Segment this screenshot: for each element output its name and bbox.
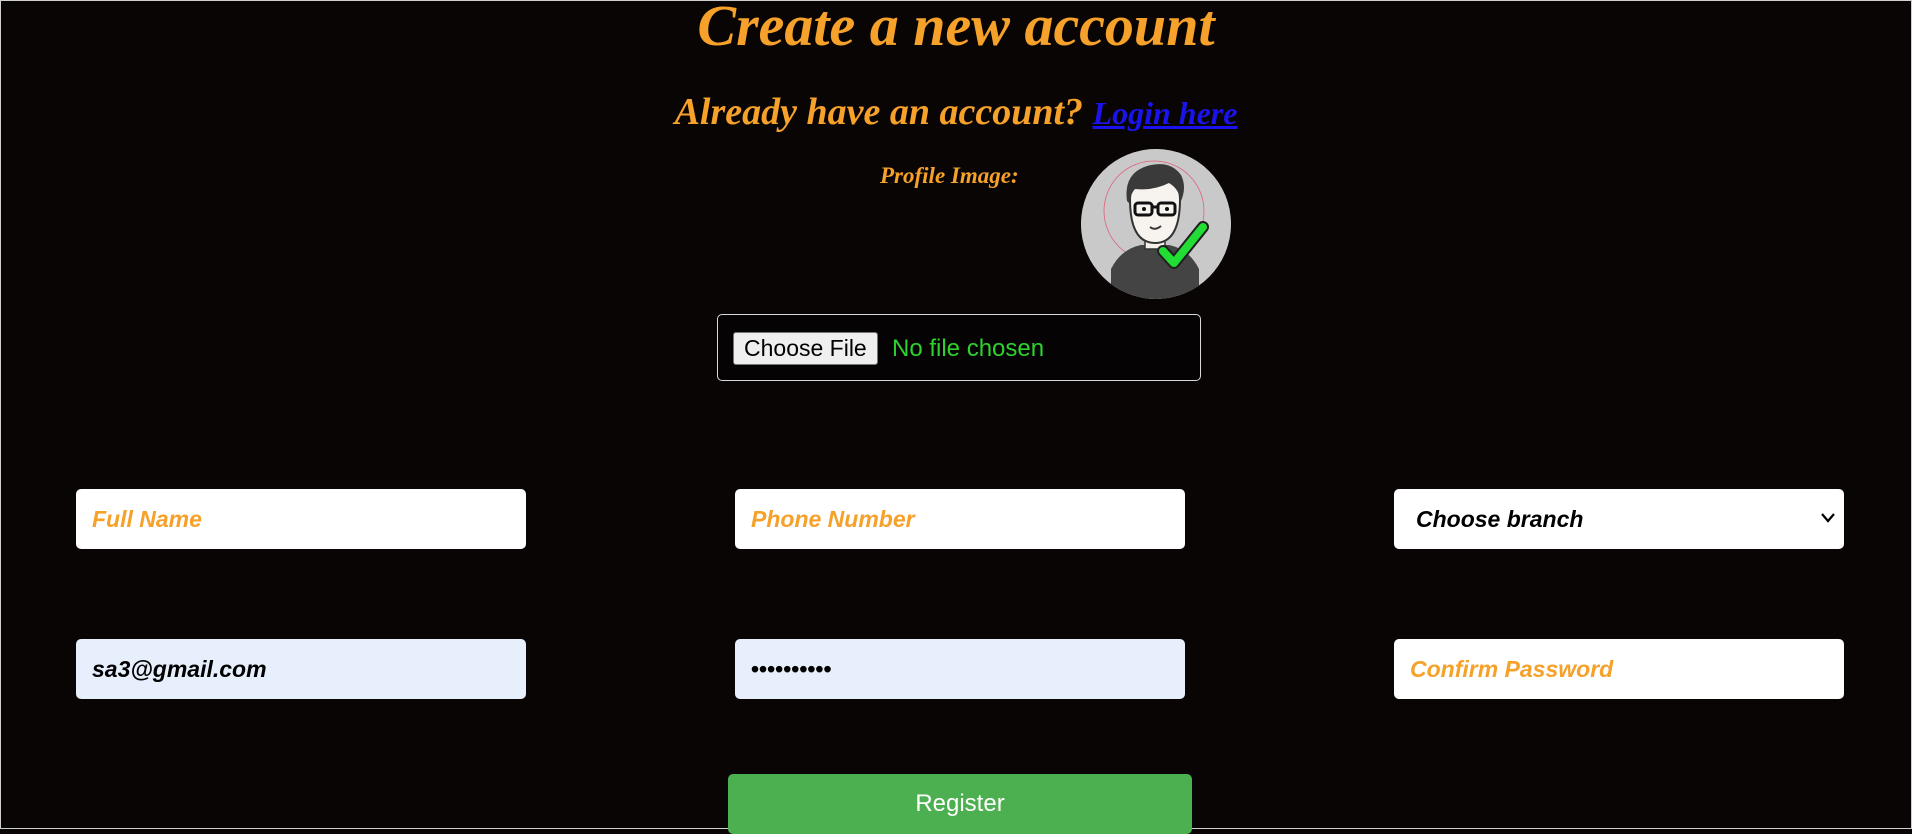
confirm-password-input[interactable] [1394,639,1844,699]
password-input[interactable] [735,639,1185,699]
login-prompt-text: Already have an account? [674,91,1084,133]
page-title: Create a new account [697,0,1215,58]
phone-number-input[interactable] [735,489,1185,549]
login-link[interactable]: Login here [1093,95,1238,131]
register-button[interactable]: Register [728,774,1192,834]
branch-select[interactable]: Choose branch [1394,489,1844,549]
login-prompt: Already have an account? Login here [0,88,1912,137]
user-avatar-verified-icon [1081,149,1231,299]
full-name-input[interactable] [76,489,526,549]
profile-image-upload: Choose File No file chosen [717,314,1201,381]
email-input[interactable] [76,639,526,699]
profile-image-label: Profile Image: [880,163,1019,188]
branch-select-value: Choose branch [1416,506,1584,532]
chevron-down-icon [1821,513,1835,523]
avatar [1081,149,1231,299]
choose-file-button[interactable]: Choose File [733,332,878,365]
file-status-text: No file chosen [892,335,1045,362]
